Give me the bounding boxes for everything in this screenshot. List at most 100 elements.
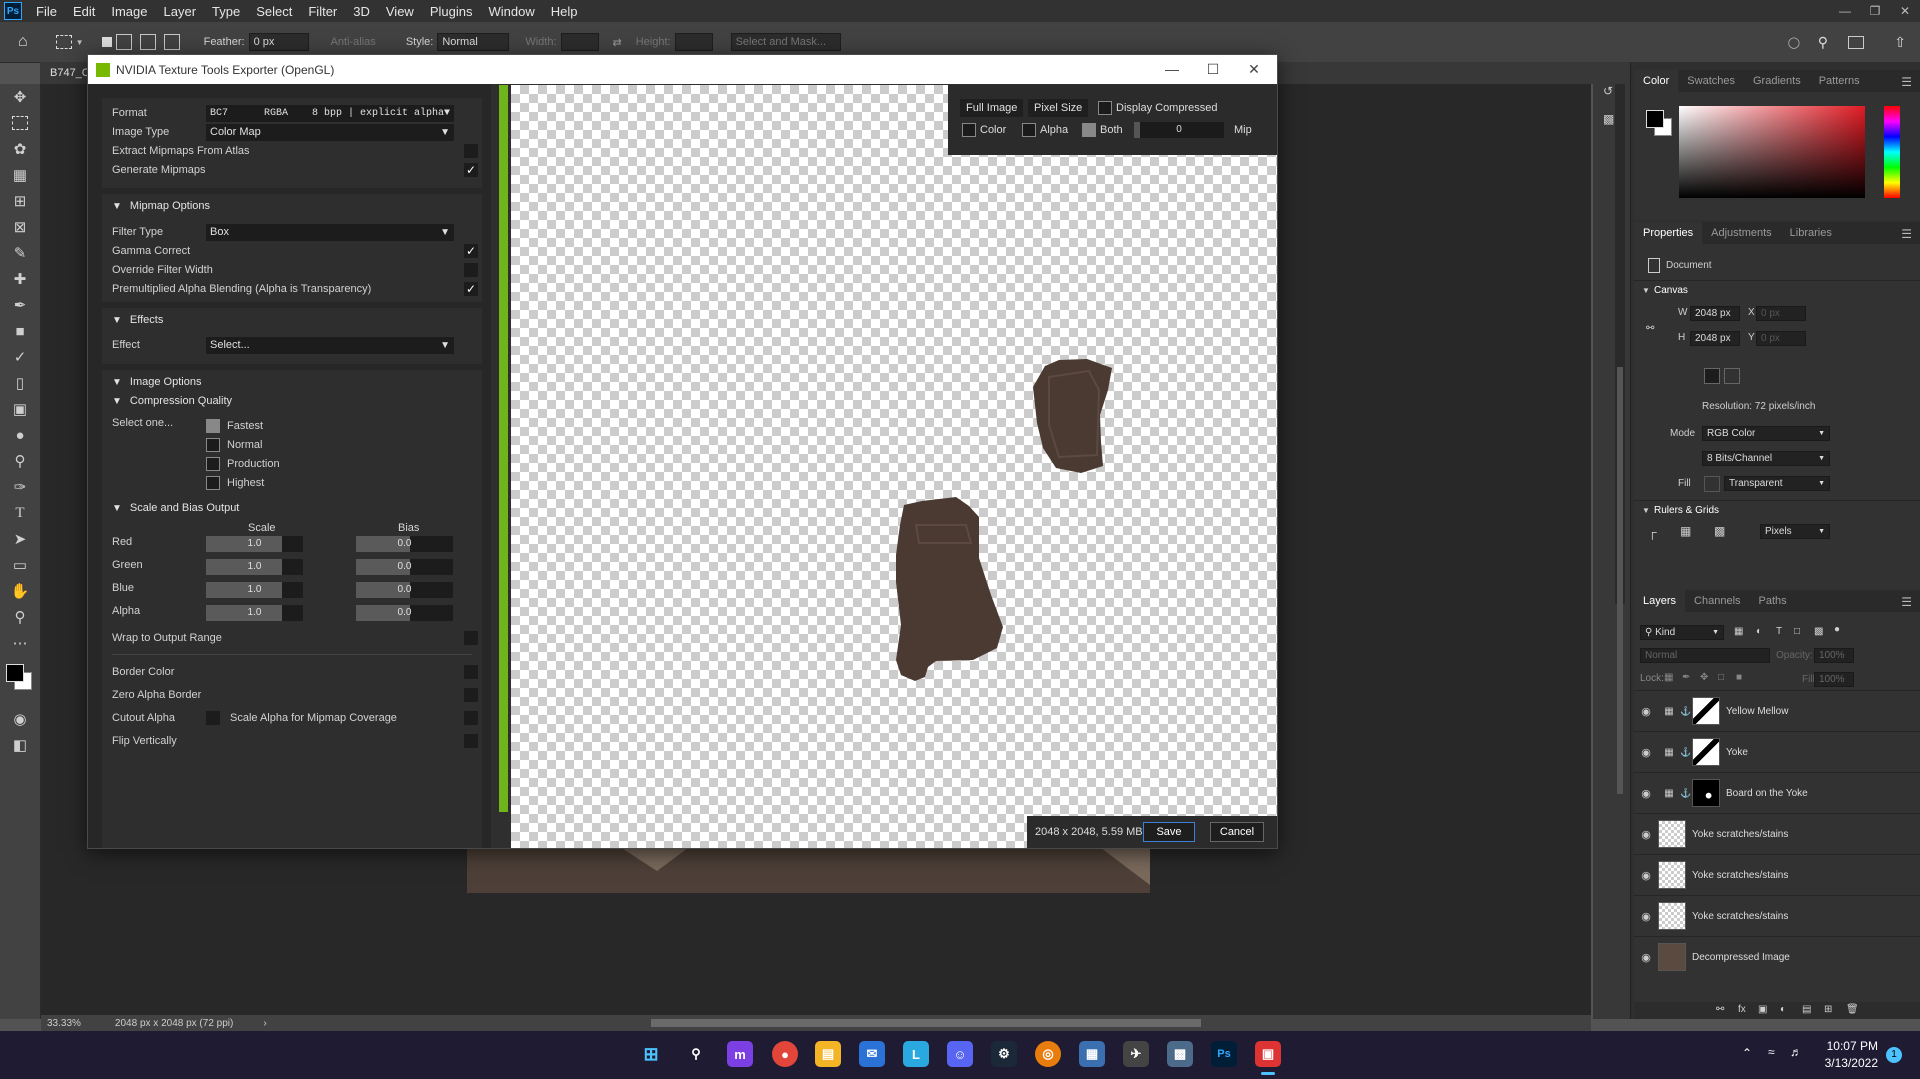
- blend-mode-select[interactable]: Normal: [1640, 648, 1770, 663]
- home-icon[interactable]: ⌂: [18, 33, 28, 51]
- tab-color[interactable]: Color: [1634, 70, 1679, 92]
- layer-thumbnail[interactable]: [1658, 861, 1686, 889]
- panel-scrollbar[interactable]: [499, 85, 508, 812]
- wifi-icon[interactable]: ≈: [1768, 1045, 1775, 1059]
- search-icon[interactable]: ⚲: [683, 1041, 709, 1067]
- mask-link-icon[interactable]: ⚓: [1680, 747, 1692, 758]
- filter-toggle-icon[interactable]: ●: [1834, 624, 1840, 635]
- layer-filter-kind[interactable]: ⚲ Kind ▼: [1640, 625, 1724, 640]
- tab-channels[interactable]: Channels: [1685, 595, 1749, 607]
- format-dropdown[interactable]: BC7 RGBA 8 bpp | explicit alpha ▼: [206, 104, 454, 122]
- file-explorer-icon[interactable]: ▤: [815, 1041, 841, 1067]
- app-l-icon[interactable]: L: [903, 1041, 929, 1067]
- minimize-icon[interactable]: —: [1830, 0, 1860, 22]
- pixel-size-button[interactable]: Pixel Size: [1028, 99, 1089, 117]
- marquee-tool-icon[interactable]: [0, 110, 40, 136]
- feather-input[interactable]: 0 px: [248, 33, 309, 51]
- layer-style-icon[interactable]: fx: [1738, 1004, 1746, 1015]
- share-icon[interactable]: ⇧: [1894, 34, 1906, 51]
- eyedropper-tool-icon[interactable]: ✎: [0, 240, 40, 266]
- menu-help[interactable]: Help: [543, 4, 586, 19]
- healing-tool-icon[interactable]: ✚: [0, 266, 40, 292]
- user-icon[interactable]: ◯: [1788, 36, 1800, 49]
- visibility-eye-icon[interactable]: ◉: [1634, 705, 1658, 718]
- grid-icon[interactable]: ▦: [1680, 524, 1691, 538]
- add-mask-icon[interactable]: ▣: [1758, 1004, 1767, 1015]
- layer-row[interactable]: ◉ ▦ ⚓ Board on the Yoke: [1634, 772, 1920, 813]
- color-swatches[interactable]: [0, 656, 40, 706]
- canvas-y-input[interactable]: 0 px: [1756, 331, 1806, 346]
- generate-mipmaps-checkbox[interactable]: ✓: [464, 163, 478, 177]
- menu-edit[interactable]: Edit: [65, 4, 103, 19]
- delete-layer-icon[interactable]: 🗑: [1846, 1004, 1859, 1015]
- quick-mask-icon[interactable]: ◉: [0, 706, 40, 732]
- canvas-height-input[interactable]: 2048 px: [1690, 331, 1740, 346]
- ruler-units-select[interactable]: Pixels ▼: [1760, 524, 1830, 539]
- frame-tool-icon[interactable]: ⊠: [0, 214, 40, 240]
- visibility-eye-icon[interactable]: ◉: [1634, 869, 1658, 882]
- more-tools-icon[interactable]: ⋯: [0, 630, 40, 656]
- gradient-tool-icon[interactable]: ▣: [0, 396, 40, 422]
- clock-date[interactable]: 3/13/2022: [1822, 1056, 1878, 1070]
- history-brush-icon[interactable]: ✓: [0, 344, 40, 370]
- move-tool-icon[interactable]: ✥: [0, 84, 40, 110]
- filter-shape-icon[interactable]: □: [1794, 626, 1800, 637]
- tab-properties[interactable]: Properties: [1634, 222, 1703, 244]
- tab-libraries[interactable]: Libraries: [1781, 227, 1841, 239]
- mipmap-options-header[interactable]: ▼ Mipmap Options: [112, 196, 210, 216]
- messenger-icon[interactable]: m: [727, 1041, 753, 1067]
- rectangle-tool-icon[interactable]: ▭: [0, 552, 40, 578]
- panel-scrollbar-thumb[interactable]: [1617, 367, 1623, 794]
- adjustment-layer-icon[interactable]: ◐: [1780, 1004, 1786, 1015]
- document-tab[interactable]: B747_C: [50, 67, 90, 79]
- lock-artboard-icon[interactable]: □: [1718, 672, 1724, 683]
- anti-alias-checkbox[interactable]: Anti-alias: [331, 36, 376, 48]
- landscape-orientation-icon[interactable]: [1724, 368, 1740, 384]
- radio-fastest[interactable]: [206, 419, 220, 433]
- mode-select[interactable]: RGB Color ▼: [1702, 426, 1830, 441]
- mail-icon[interactable]: ✉: [859, 1041, 885, 1067]
- stamp-tool-icon[interactable]: ■: [0, 318, 40, 344]
- quality-highest[interactable]: Highest: [102, 473, 482, 493]
- menu-view[interactable]: View: [378, 4, 422, 19]
- object-select-tool-icon[interactable]: ▦: [0, 162, 40, 188]
- scale-bias-header[interactable]: ▼ Scale and Bias Output: [112, 498, 239, 518]
- filter-pixel-icon[interactable]: ▦: [1734, 626, 1743, 637]
- comment-icon[interactable]: ▩: [1603, 112, 1614, 126]
- zoom-level[interactable]: 33.33%: [47, 1018, 81, 1029]
- canvas-x-input[interactable]: 0 px: [1756, 306, 1806, 321]
- effects-header[interactable]: ▼ Effects: [112, 310, 163, 330]
- ruler-icon[interactable]: ┌: [1648, 525, 1657, 539]
- zoom-tool-icon[interactable]: ⚲: [0, 604, 40, 630]
- green-bias-slider[interactable]: 0.0: [356, 559, 453, 575]
- layer-row[interactable]: ◉ Yoke scratches/stains: [1634, 813, 1920, 854]
- guides-icon[interactable]: ▩: [1714, 524, 1725, 538]
- fill-swatch[interactable]: [1704, 476, 1720, 492]
- dodge-tool-icon[interactable]: ⚲: [0, 448, 40, 474]
- dialog-minimize-icon[interactable]: —: [1150, 55, 1194, 84]
- panel-menu-icon[interactable]: ☰: [1901, 227, 1912, 241]
- tab-paths[interactable]: Paths: [1750, 595, 1796, 607]
- radio-highest[interactable]: [206, 476, 220, 490]
- visibility-eye-icon[interactable]: ◉: [1634, 787, 1658, 800]
- layer-row[interactable]: ◉ ▦ ⚓ Yellow Mellow: [1634, 690, 1920, 731]
- path-select-tool-icon[interactable]: ➤: [0, 526, 40, 552]
- fill-input[interactable]: 100%: [1814, 672, 1854, 687]
- eraser-tool-icon[interactable]: ▯: [0, 370, 40, 396]
- quality-fastest[interactable]: Fastest: [102, 416, 482, 436]
- red-scale-slider[interactable]: 1.0: [206, 536, 303, 552]
- foreground-color-swatch[interactable]: [1646, 110, 1664, 128]
- clock-time[interactable]: 10:07 PM: [1822, 1039, 1878, 1053]
- dialog-maximize-icon[interactable]: ☐: [1191, 55, 1235, 84]
- intersect-selection-icon[interactable]: [163, 34, 180, 50]
- add-selection-icon[interactable]: [115, 34, 132, 50]
- bit-depth-select[interactable]: 8 Bits/Channel ▼: [1702, 451, 1830, 466]
- blue-scale-slider[interactable]: 1.0: [206, 582, 303, 598]
- scale-alpha-mip-checkbox[interactable]: [464, 711, 478, 725]
- steam-icon[interactable]: ⚙: [991, 1041, 1017, 1067]
- lock-pixels-icon[interactable]: ✒: [1682, 672, 1690, 683]
- lock-all-icon[interactable]: ■: [1736, 672, 1742, 683]
- radio-normal[interactable]: [206, 438, 220, 452]
- layer-row[interactable]: ◉ Decompressed Image: [1634, 936, 1920, 977]
- quality-production[interactable]: Production: [102, 454, 482, 474]
